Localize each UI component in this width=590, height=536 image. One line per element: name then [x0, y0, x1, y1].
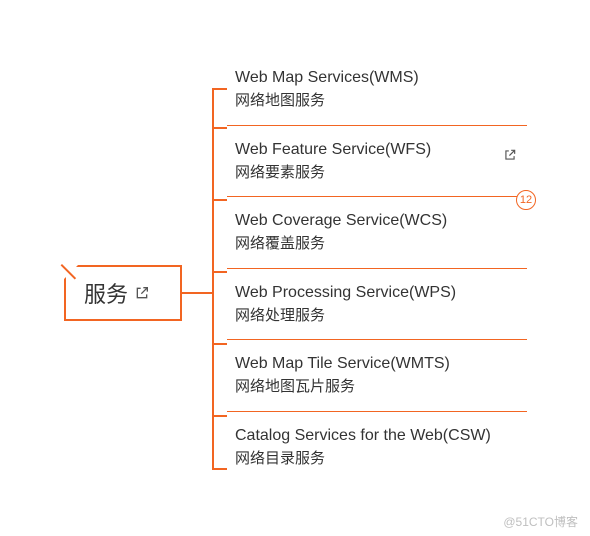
child-title-en: Web Coverage Service(WCS) — [235, 209, 527, 233]
child-node[interactable]: Web Coverage Service(WCS) 网络覆盖服务 — [227, 196, 527, 268]
child-title-zh: 网络要素服务 — [235, 162, 527, 185]
child-title-zh: 网络地图瓦片服务 — [235, 376, 527, 399]
external-link-icon — [503, 148, 517, 162]
child-node[interactable]: Catalog Services for the Web(CSW) 网络目录服务 — [227, 411, 527, 483]
child-node[interactable]: Web Map Services(WMS) 网络地图服务 — [227, 54, 527, 125]
child-node[interactable]: Web Processing Service(WPS) 网络处理服务 — [227, 268, 527, 340]
root-label: 服务 — [84, 277, 128, 309]
watermark-text: @51CTO博客 — [503, 513, 578, 530]
connector-vertical — [212, 88, 214, 468]
connector-branch — [212, 271, 227, 273]
connector-branch — [212, 88, 227, 90]
child-title-en: Web Map Services(WMS) — [235, 66, 527, 90]
child-title-en: Web Feature Service(WFS) — [235, 138, 527, 162]
child-list: Web Map Services(WMS) 网络地图服务 Web Feature… — [227, 54, 527, 482]
root-node[interactable]: 服务 — [64, 265, 182, 321]
count-badge: 12 — [516, 190, 536, 210]
badge-value: 12 — [520, 194, 532, 206]
child-title-zh: 网络处理服务 — [235, 305, 527, 328]
connector-branch — [212, 199, 227, 201]
child-node[interactable]: Web Map Tile Service(WMTS) 网络地图瓦片服务 — [227, 339, 527, 411]
child-title-zh: 网络目录服务 — [235, 448, 527, 471]
connector-root-horizontal — [182, 292, 212, 294]
child-title-en: Catalog Services for the Web(CSW) — [235, 424, 527, 448]
child-title-zh: 网络覆盖服务 — [235, 233, 527, 256]
external-link-icon — [134, 285, 150, 301]
child-node[interactable]: Web Feature Service(WFS) 网络要素服务 — [227, 125, 527, 197]
child-title-en: Web Processing Service(WPS) — [235, 281, 527, 305]
connector-branch — [212, 415, 227, 417]
child-title-zh: 网络地图服务 — [235, 90, 527, 113]
mindmap-canvas: 服务 Web Map Services(WMS) 网络地图服务 Web Feat… — [0, 0, 590, 536]
connector-branch — [212, 468, 227, 470]
connector-branch — [212, 343, 227, 345]
connector-branch — [212, 127, 227, 129]
child-title-en: Web Map Tile Service(WMTS) — [235, 352, 527, 376]
